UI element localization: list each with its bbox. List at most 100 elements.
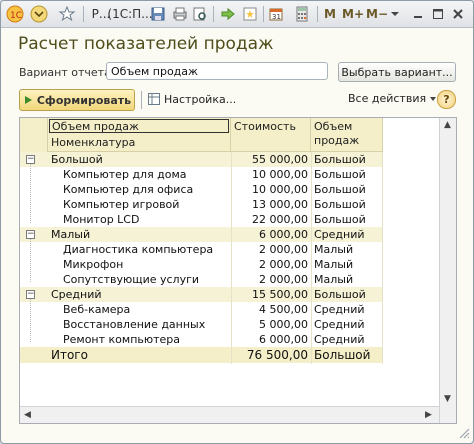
table-row[interactable]: Диагностика компьютера 2 000,00 Малый — [20, 242, 382, 257]
item-cost: 2 000,00 — [259, 243, 308, 256]
save-icon[interactable] — [149, 4, 167, 24]
settings-label: Настройка... — [164, 92, 237, 106]
item-cost: 13 000,00 — [252, 198, 308, 211]
column-divider — [231, 152, 232, 364]
group-name: Малый — [51, 228, 91, 241]
group-volume: Большой — [314, 153, 366, 166]
bookmark-star-icon[interactable] — [241, 4, 259, 24]
item-volume: Малый — [314, 243, 354, 256]
table-row[interactable]: Сопутствующие услуги 2 000,00 Малый — [20, 272, 382, 287]
memory-plus-button[interactable]: M+ — [342, 4, 364, 24]
scroll-up-icon[interactable]: ▲ — [444, 120, 451, 130]
chevron-down-icon — [430, 96, 437, 101]
settings-button[interactable]: Настройка... — [147, 92, 236, 106]
go-arrow-icon[interactable] — [219, 4, 237, 24]
scroll-left-icon[interactable]: ◀ — [24, 410, 31, 420]
settings-table-icon — [148, 93, 160, 105]
memory-button[interactable]: M — [323, 4, 337, 24]
group-volume: Средний — [314, 228, 365, 241]
resize-grip-icon[interactable] — [457, 426, 471, 440]
app-logo-icon[interactable]: 1С — [5, 4, 25, 24]
form-report-button[interactable]: Сформировать — [19, 89, 135, 111]
total-row[interactable]: Итого 76 500,00 Большой — [20, 347, 382, 363]
header-nomenclature: Номенклатура — [51, 136, 136, 149]
minimize-icon[interactable] — [409, 4, 427, 24]
item-name: Веб-камера — [63, 303, 131, 316]
table-row[interactable]: Компьютер для офиса 10 000,00 Большой — [20, 182, 382, 197]
favorites-star-icon[interactable] — [57, 4, 77, 24]
item-volume: Большой — [314, 168, 366, 181]
item-name: Ремонт компьютера — [63, 333, 181, 346]
vertical-scrollbar[interactable]: ▲ ▼ — [439, 118, 456, 423]
item-volume: Средний — [314, 333, 365, 346]
separator — [213, 6, 214, 22]
table-group-row[interactable]: − Большой 55 000,00 Большой — [20, 152, 382, 167]
svg-text:1С: 1С — [10, 11, 22, 21]
table-row[interactable]: Микрофон 2 000,00 Малый — [20, 257, 382, 272]
item-name: Сопутствующие услуги — [63, 273, 200, 286]
item-volume: Большой — [314, 213, 366, 226]
table-row[interactable]: Веб-камера 4 500,00 Средний — [20, 302, 382, 317]
scroll-right-icon[interactable]: ▶ — [425, 410, 432, 420]
item-cost: 4 500,00 — [259, 303, 308, 316]
variant-input[interactable]: Объем продаж — [106, 62, 328, 80]
close-icon[interactable] — [449, 4, 467, 24]
header-cost: Стоимость — [231, 118, 311, 152]
item-cost: 22 000,00 — [252, 213, 308, 226]
separator — [317, 6, 318, 22]
item-volume: Средний — [314, 318, 365, 331]
table-row[interactable]: Компьютер для дома 10 000,00 Большой — [20, 167, 382, 182]
total-cost: 76 500,00 — [246, 348, 308, 362]
header-volume: Объем продаж — [311, 118, 383, 152]
report-form: Расчет показателей продаж Вариант отчета… — [1, 28, 473, 443]
menu-dropdown-icon[interactable] — [29, 4, 49, 24]
report-table[interactable]: Объем продаж Номенклатура Стоимость Объе… — [19, 117, 457, 424]
item-name: Компьютер игровой — [63, 198, 180, 211]
column-divider — [382, 152, 383, 364]
table-row[interactable]: Компьютер игровой 13 000,00 Большой — [20, 197, 382, 212]
item-name: Диагностика компьютера — [63, 243, 214, 256]
item-name: Компьютер для дома — [63, 168, 187, 181]
table-row[interactable]: Восстановление данных 5 000,00 Средний — [20, 317, 382, 332]
page-title: Расчет показателей продаж — [18, 34, 274, 54]
item-cost: 6 000,00 — [259, 333, 308, 346]
memory-minus-button[interactable]: M− — [366, 4, 388, 24]
item-name: Восстановление данных — [63, 318, 206, 331]
select-variant-button[interactable]: Выбрать вариант... — [338, 62, 456, 82]
all-actions-label: Все действия — [348, 92, 427, 105]
calendar-icon[interactable]: 31 — [267, 4, 285, 24]
item-name: Монитор LCD — [63, 213, 140, 226]
horizontal-scrollbar[interactable]: ◀ ▶ — [20, 406, 439, 423]
total-volume: Большой — [314, 348, 371, 362]
group-cost: 15 500,00 — [252, 288, 308, 301]
table-group-row[interactable]: − Средний 15 500,00 Большой — [20, 287, 382, 302]
group-cost: 6 000,00 — [259, 228, 308, 241]
print-preview-icon[interactable] — [191, 4, 209, 24]
item-volume: Средний — [314, 303, 365, 316]
item-volume: Большой — [314, 198, 366, 211]
calculator-icon[interactable] — [293, 4, 311, 24]
group-cost: 55 000,00 — [252, 153, 308, 166]
app-title-short: (1С:П... — [107, 7, 153, 21]
maximize-icon[interactable] — [429, 4, 447, 24]
all-actions-menu[interactable]: Все действия — [348, 92, 437, 105]
total-label: Итого — [51, 348, 88, 362]
item-cost: 2 000,00 — [259, 273, 308, 286]
header-volume-group[interactable]: Объем продаж — [49, 119, 229, 133]
item-volume: Малый — [314, 258, 354, 271]
svg-text:31: 31 — [272, 13, 281, 21]
print-icon[interactable] — [171, 4, 189, 24]
separator — [263, 6, 264, 22]
header-cell-group: Объем продаж Номенклатура — [48, 118, 231, 152]
play-icon — [24, 96, 32, 104]
item-cost: 10 000,00 — [252, 183, 308, 196]
table-row[interactable]: Ремонт компьютера 6 000,00 Средний — [20, 332, 382, 347]
toolbar-dropdown-icon[interactable] — [389, 4, 401, 24]
group-name: Средний — [51, 288, 102, 301]
scroll-down-icon[interactable]: ▼ — [444, 394, 451, 404]
group-name: Большой — [51, 153, 103, 166]
table-row[interactable]: Монитор LCD 22 000,00 Большой — [20, 212, 382, 227]
help-button[interactable]: ? — [437, 90, 456, 109]
table-group-row[interactable]: − Малый 6 000,00 Средний — [20, 227, 382, 242]
top-toolbar: 1С Р... (1С:П... 31 M M+ M− — [1, 1, 473, 28]
